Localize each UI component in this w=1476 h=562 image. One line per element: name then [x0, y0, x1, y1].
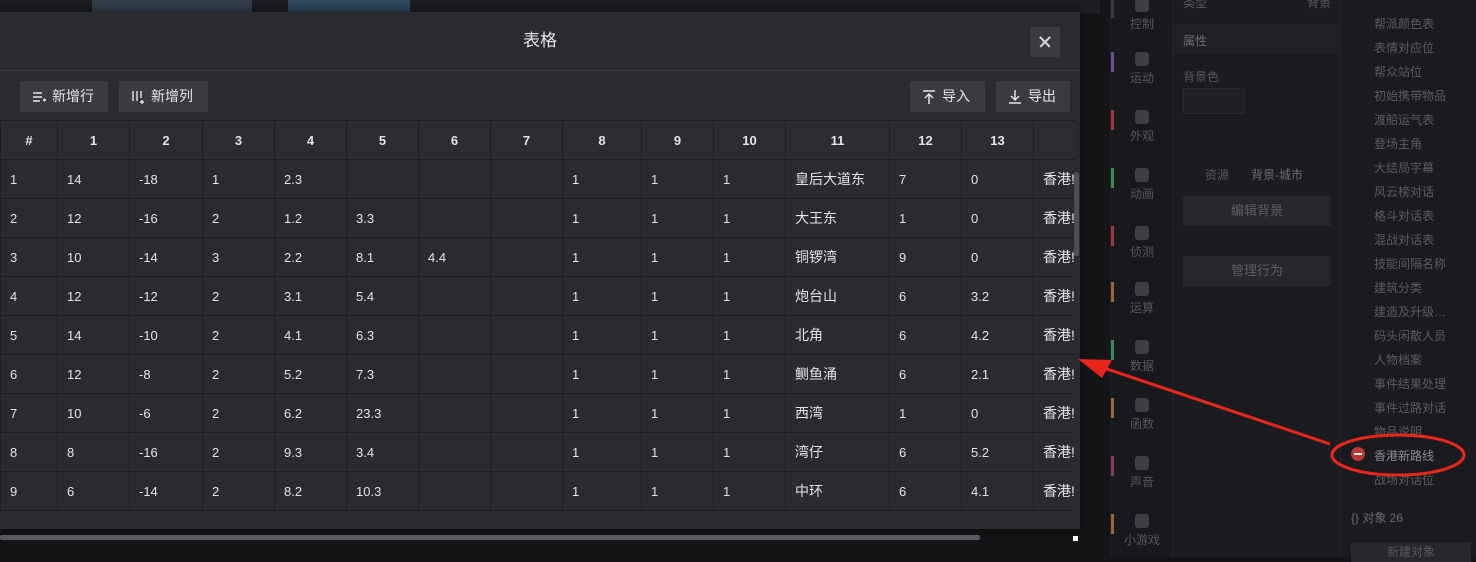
- annotation-circle: [1330, 433, 1466, 477]
- annotation-arrowhead: [1078, 359, 1112, 378]
- annotation-overlay: [1078, 359, 1466, 477]
- annotation-arrow: [1097, 364, 1331, 446]
